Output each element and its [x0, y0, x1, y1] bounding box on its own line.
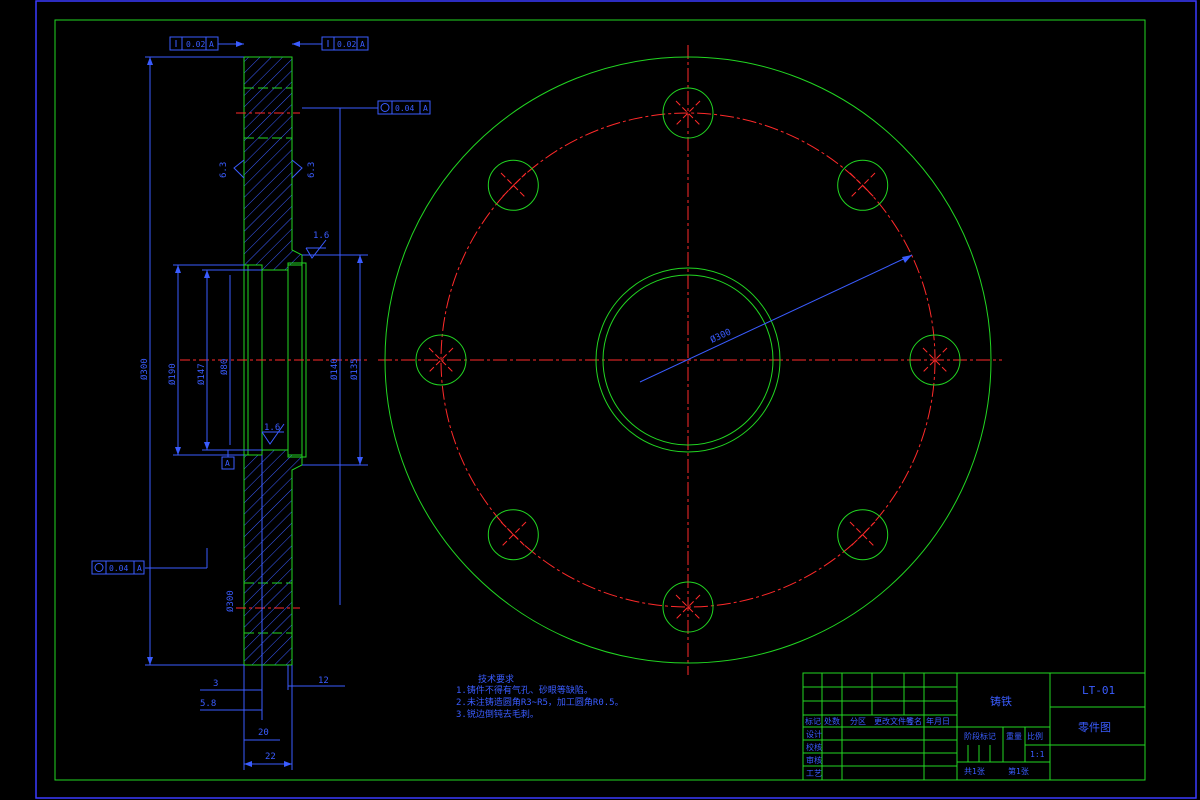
tb-label-mark: 标记: [805, 716, 821, 726]
dim-hub-diameter: Ø190: [167, 363, 178, 385]
dim-bottom-2: 5.8: [200, 699, 216, 709]
tolerance-frame-top-right: 0.02 A: [321, 36, 369, 51]
tolerance-frame-top-left: 0.02 A: [169, 36, 219, 51]
technical-notes: 技术要求 1.铸件不得有气孔、砂眼等缺陷。 2.未注铸造圆角R3~R5，加工圆角…: [456, 673, 624, 720]
svg-text:0.02: 0.02: [337, 40, 356, 49]
roughness-value-2: 1.6: [264, 423, 280, 433]
datum-marker: A: [221, 450, 235, 470]
roughness-value-4: 6.3: [307, 162, 317, 178]
outer-frame: [35, 0, 1197, 799]
tb-drawing-name: 零件图: [1078, 721, 1111, 734]
tolerance-frame-mid-right: 0.04 A: [377, 100, 431, 115]
tb-sheet-total: 共1张: [964, 767, 985, 776]
section-upper-body: [243, 56, 303, 271]
pcd-arrow: [902, 255, 912, 263]
tb-weight-label: 重量: [1006, 731, 1022, 741]
dim-bottom-4: 12: [318, 676, 329, 686]
notes-line-1: 1.铸件不得有气孔、砂眼等缺陷。: [456, 684, 593, 696]
tolerance-frame-left: 0.04 A: [91, 560, 145, 575]
tb-scale: 1:1: [1030, 750, 1045, 759]
section-view: Ø300 Ø190 Ø147 Ø80 Ø140 Ø135 Ø300 3 5.8 …: [91, 36, 431, 770]
dim-inner-diameter: Ø80: [219, 359, 230, 375]
tb-label-count: 处数: [824, 716, 840, 726]
tb-label-date: 年月日: [926, 716, 950, 726]
dim-bore-diameter: Ø147: [196, 363, 207, 385]
tb-label-zone: 分区: [850, 717, 866, 726]
svg-text:A: A: [423, 104, 428, 113]
notes-title: 技术要求: [478, 673, 514, 685]
dim-overall-diameter: Ø300: [139, 358, 150, 380]
svg-text:0.04: 0.04: [395, 104, 414, 113]
tb-scale-label: 比例: [1027, 731, 1043, 741]
pcd-label: Ø300: [709, 327, 733, 346]
cad-drawing-canvas: Ø300 Ø300 Ø190 Ø147 Ø80 Ø140 Ø135 Ø300 3…: [35, 0, 1197, 799]
svg-text:0.02: 0.02: [186, 40, 205, 49]
tb-stage-label: 阶段标记: [964, 731, 996, 741]
tb-role-process: 工艺: [806, 769, 822, 778]
dim-right-diameter-b: Ø135: [349, 358, 360, 380]
tb-label-sign: 签名: [906, 716, 922, 726]
notes-line-2: 2.未注铸造圆角R3~R5，加工圆角R0.5。: [456, 696, 624, 708]
tb-role-design: 设计: [806, 729, 822, 739]
svg-text:0.04: 0.04: [109, 564, 128, 573]
svg-text:A: A: [137, 564, 142, 573]
svg-text:A: A: [360, 40, 365, 49]
dim-bottom-3: 20: [258, 728, 269, 738]
dim-bolt-hole: Ø300: [225, 590, 236, 612]
pcd-dimension-line: [639, 254, 913, 383]
svg-text:A: A: [225, 459, 230, 468]
title-block-text: 标记 处数 分区 更改文件号 签名 年月日 设计 校核 审核 工艺 铸铁 阶段标…: [805, 684, 1115, 778]
tb-role-review: 审核: [806, 755, 822, 765]
front-view: Ø300: [378, 45, 1002, 675]
notes-line-3: 3.锐边倒钝去毛刺。: [456, 708, 539, 720]
tb-sheet-no: 第1张: [1008, 766, 1029, 776]
roughness-value-1: 1.6: [313, 231, 329, 241]
dim-right-diameter-a: Ø140: [329, 358, 340, 380]
tb-drawing-no: LT-01: [1082, 684, 1115, 697]
roughness-value-3: 6.3: [219, 162, 229, 178]
dim-bottom-5: 22: [265, 752, 276, 762]
dim-bottom-1: 3: [213, 679, 218, 689]
svg-text:A: A: [209, 40, 214, 49]
inner-frame: [54, 19, 1146, 781]
tb-role-check: 校核: [806, 742, 822, 752]
tb-material: 铸铁: [990, 694, 1012, 708]
